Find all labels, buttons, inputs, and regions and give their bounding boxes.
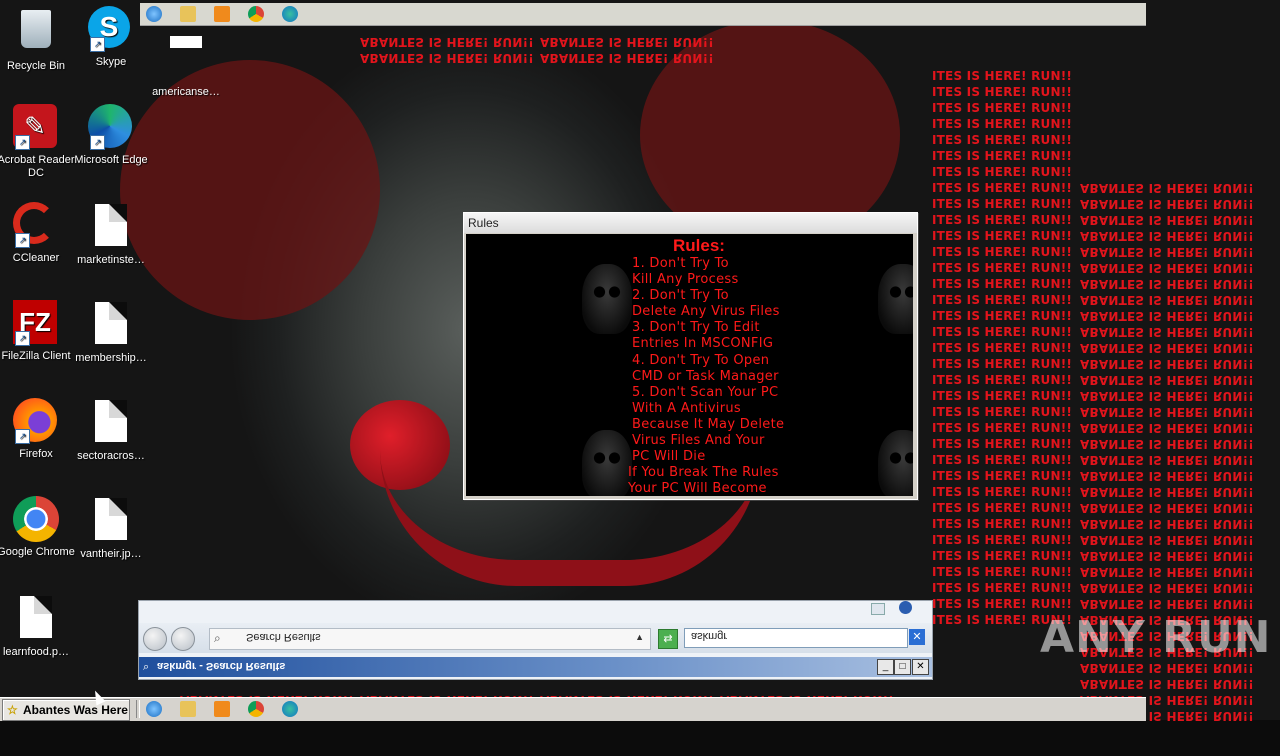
anyrun-watermark: ANY RUN	[1040, 612, 1272, 663]
rules-window-title[interactable]: Rules	[464, 213, 917, 233]
edge-icon[interactable]	[282, 6, 298, 22]
file-icon	[88, 204, 134, 250]
acrobat-icon: ✎ ↗	[13, 104, 59, 150]
rules-window[interactable]: Rules Rules: 1. Don't Try To Kill Any Pr…	[463, 212, 918, 500]
maximize-button[interactable]: □	[894, 659, 911, 675]
file-icon	[88, 400, 134, 446]
ccleaner-icon: ↗	[13, 202, 59, 248]
app-icon: ☆	[7, 703, 18, 717]
explorer-layout-icon[interactable]	[871, 603, 885, 615]
file-icon	[163, 36, 209, 82]
recycle-bin-icon	[13, 10, 59, 56]
skull-image	[878, 430, 913, 496]
file-icon	[88, 498, 134, 544]
file-icon	[13, 596, 59, 642]
desktop-icon-edge[interactable]: ↗ Microsoft Edge	[70, 104, 152, 167]
folder-icon[interactable]	[180, 701, 196, 717]
filezilla-icon: FZ ↗	[13, 300, 59, 346]
rules-list: 1. Don't Try To Kill Any Process 2. Don'…	[632, 256, 785, 465]
search-folder-icon: ⌕	[214, 631, 221, 645]
explorer-title: askmgr - Search Results	[157, 660, 286, 672]
spam-column-1: ITES IS HERE! RUN!! ITES IS HERE! RUN!! IT…	[932, 69, 1073, 627]
explorer-toolbar: ⌕ Search Results ▲ ⇄ askmgr ✕	[139, 623, 932, 653]
shortcut-arrow-icon: ↗	[90, 37, 105, 52]
search-input[interactable]: askmgr	[684, 628, 908, 648]
shortcut-arrow-icon: ↗	[15, 331, 30, 346]
clear-search-button[interactable]: ✕	[909, 629, 925, 645]
desktop-icon-membership[interactable]: membership…	[70, 300, 152, 365]
edge-icon: ↗	[88, 104, 134, 150]
spam-row-top: ABANTES IS HERE! RUN!! ABANTES IS HERE! R…	[360, 35, 534, 65]
search-input-value: askmgr	[691, 630, 728, 642]
quick-launch-bar-top	[140, 3, 1146, 26]
skull-image	[582, 430, 632, 496]
desktop-icon-filezilla[interactable]: FZ ↗ FileZilla Client	[0, 300, 77, 363]
desktop-icon-firefox[interactable]: ↗ Firefox	[0, 398, 77, 461]
desktop-icon-acrobat[interactable]: ✎ ↗ Acrobat Reader DC	[0, 104, 77, 180]
search-window-icon: ⌕	[143, 661, 150, 673]
desktop-icon-skype[interactable]: S ↗ Skype	[70, 6, 152, 69]
forward-button[interactable]	[171, 627, 195, 651]
taskbar: ☆ Abantes Was Here	[0, 697, 1146, 721]
ie-icon[interactable]	[146, 701, 162, 717]
shortcut-arrow-icon: ↗	[90, 135, 105, 150]
chrome-icon[interactable]	[248, 701, 264, 717]
address-bar[interactable]: ⌕ Search Results ▲	[209, 628, 651, 650]
skull-image	[582, 264, 632, 334]
taskbar-divider	[136, 700, 140, 718]
help-icon[interactable]	[899, 601, 912, 614]
desktop-icon-vantheir[interactable]: vantheir.jp…	[70, 496, 152, 561]
chrome-icon	[13, 496, 59, 542]
desktop-icon-americanse[interactable]: americanse…	[145, 6, 227, 99]
desktop-icon-ccleaner[interactable]: ↗ CCleaner	[0, 202, 77, 265]
skull-image	[878, 264, 913, 334]
shortcut-arrow-icon: ↗	[15, 429, 30, 444]
rules-window-body: Rules: 1. Don't Try To Kill Any Process …	[466, 234, 913, 496]
desktop-icon-recycle-bin[interactable]: Recycle Bin	[0, 6, 77, 73]
chrome-icon[interactable]	[248, 6, 264, 22]
skype-icon: S ↗	[88, 6, 134, 52]
explorer-titlebar[interactable]: ⌕ askmgr - Search Results _ □ ✕	[139, 657, 932, 677]
desktop-icon-learnfood[interactable]: learnfood.p…	[0, 594, 77, 659]
close-button[interactable]: ✕	[912, 659, 929, 675]
taskbar-button-abantes[interactable]: ☆ Abantes Was Here	[2, 699, 130, 721]
explorer-search-window[interactable]: ⌕ Search Results ▲ ⇄ askmgr ✕ ⌕ askmgr -…	[138, 600, 933, 680]
desktop-icon-marketinste[interactable]: marketinste…	[70, 202, 152, 267]
rules-warning: If You Break The Rules Your PC Will Beco…	[628, 465, 779, 496]
chevron-up-icon[interactable]: ▲	[635, 632, 644, 642]
spam-row-top-2: ABANTES IS HERE! RUN!! ABANTES IS HERE! R…	[540, 35, 714, 65]
desktop-icon-chrome[interactable]: Google Chrome	[0, 496, 77, 559]
address-text: Search Results	[246, 631, 321, 643]
media-player-icon[interactable]	[214, 701, 230, 717]
shortcut-arrow-icon: ↗	[15, 135, 30, 150]
rules-heading: Rules:	[673, 236, 725, 255]
firefox-icon: ↗	[13, 398, 59, 444]
desktop-icon-sectoracros[interactable]: sectoracros…	[70, 398, 152, 463]
clown-hair-left	[120, 60, 380, 320]
file-icon	[88, 302, 134, 348]
minimize-button[interactable]: _	[877, 659, 894, 675]
spam-column-2: ABANTES IS HERE! RUN!! ABANTES IS HERE! R…	[1080, 181, 1254, 723]
shortcut-arrow-icon: ↗	[15, 233, 30, 248]
edge-icon[interactable]	[282, 701, 298, 717]
refresh-icon[interactable]: ⇄	[658, 629, 678, 649]
back-button[interactable]	[143, 627, 167, 651]
